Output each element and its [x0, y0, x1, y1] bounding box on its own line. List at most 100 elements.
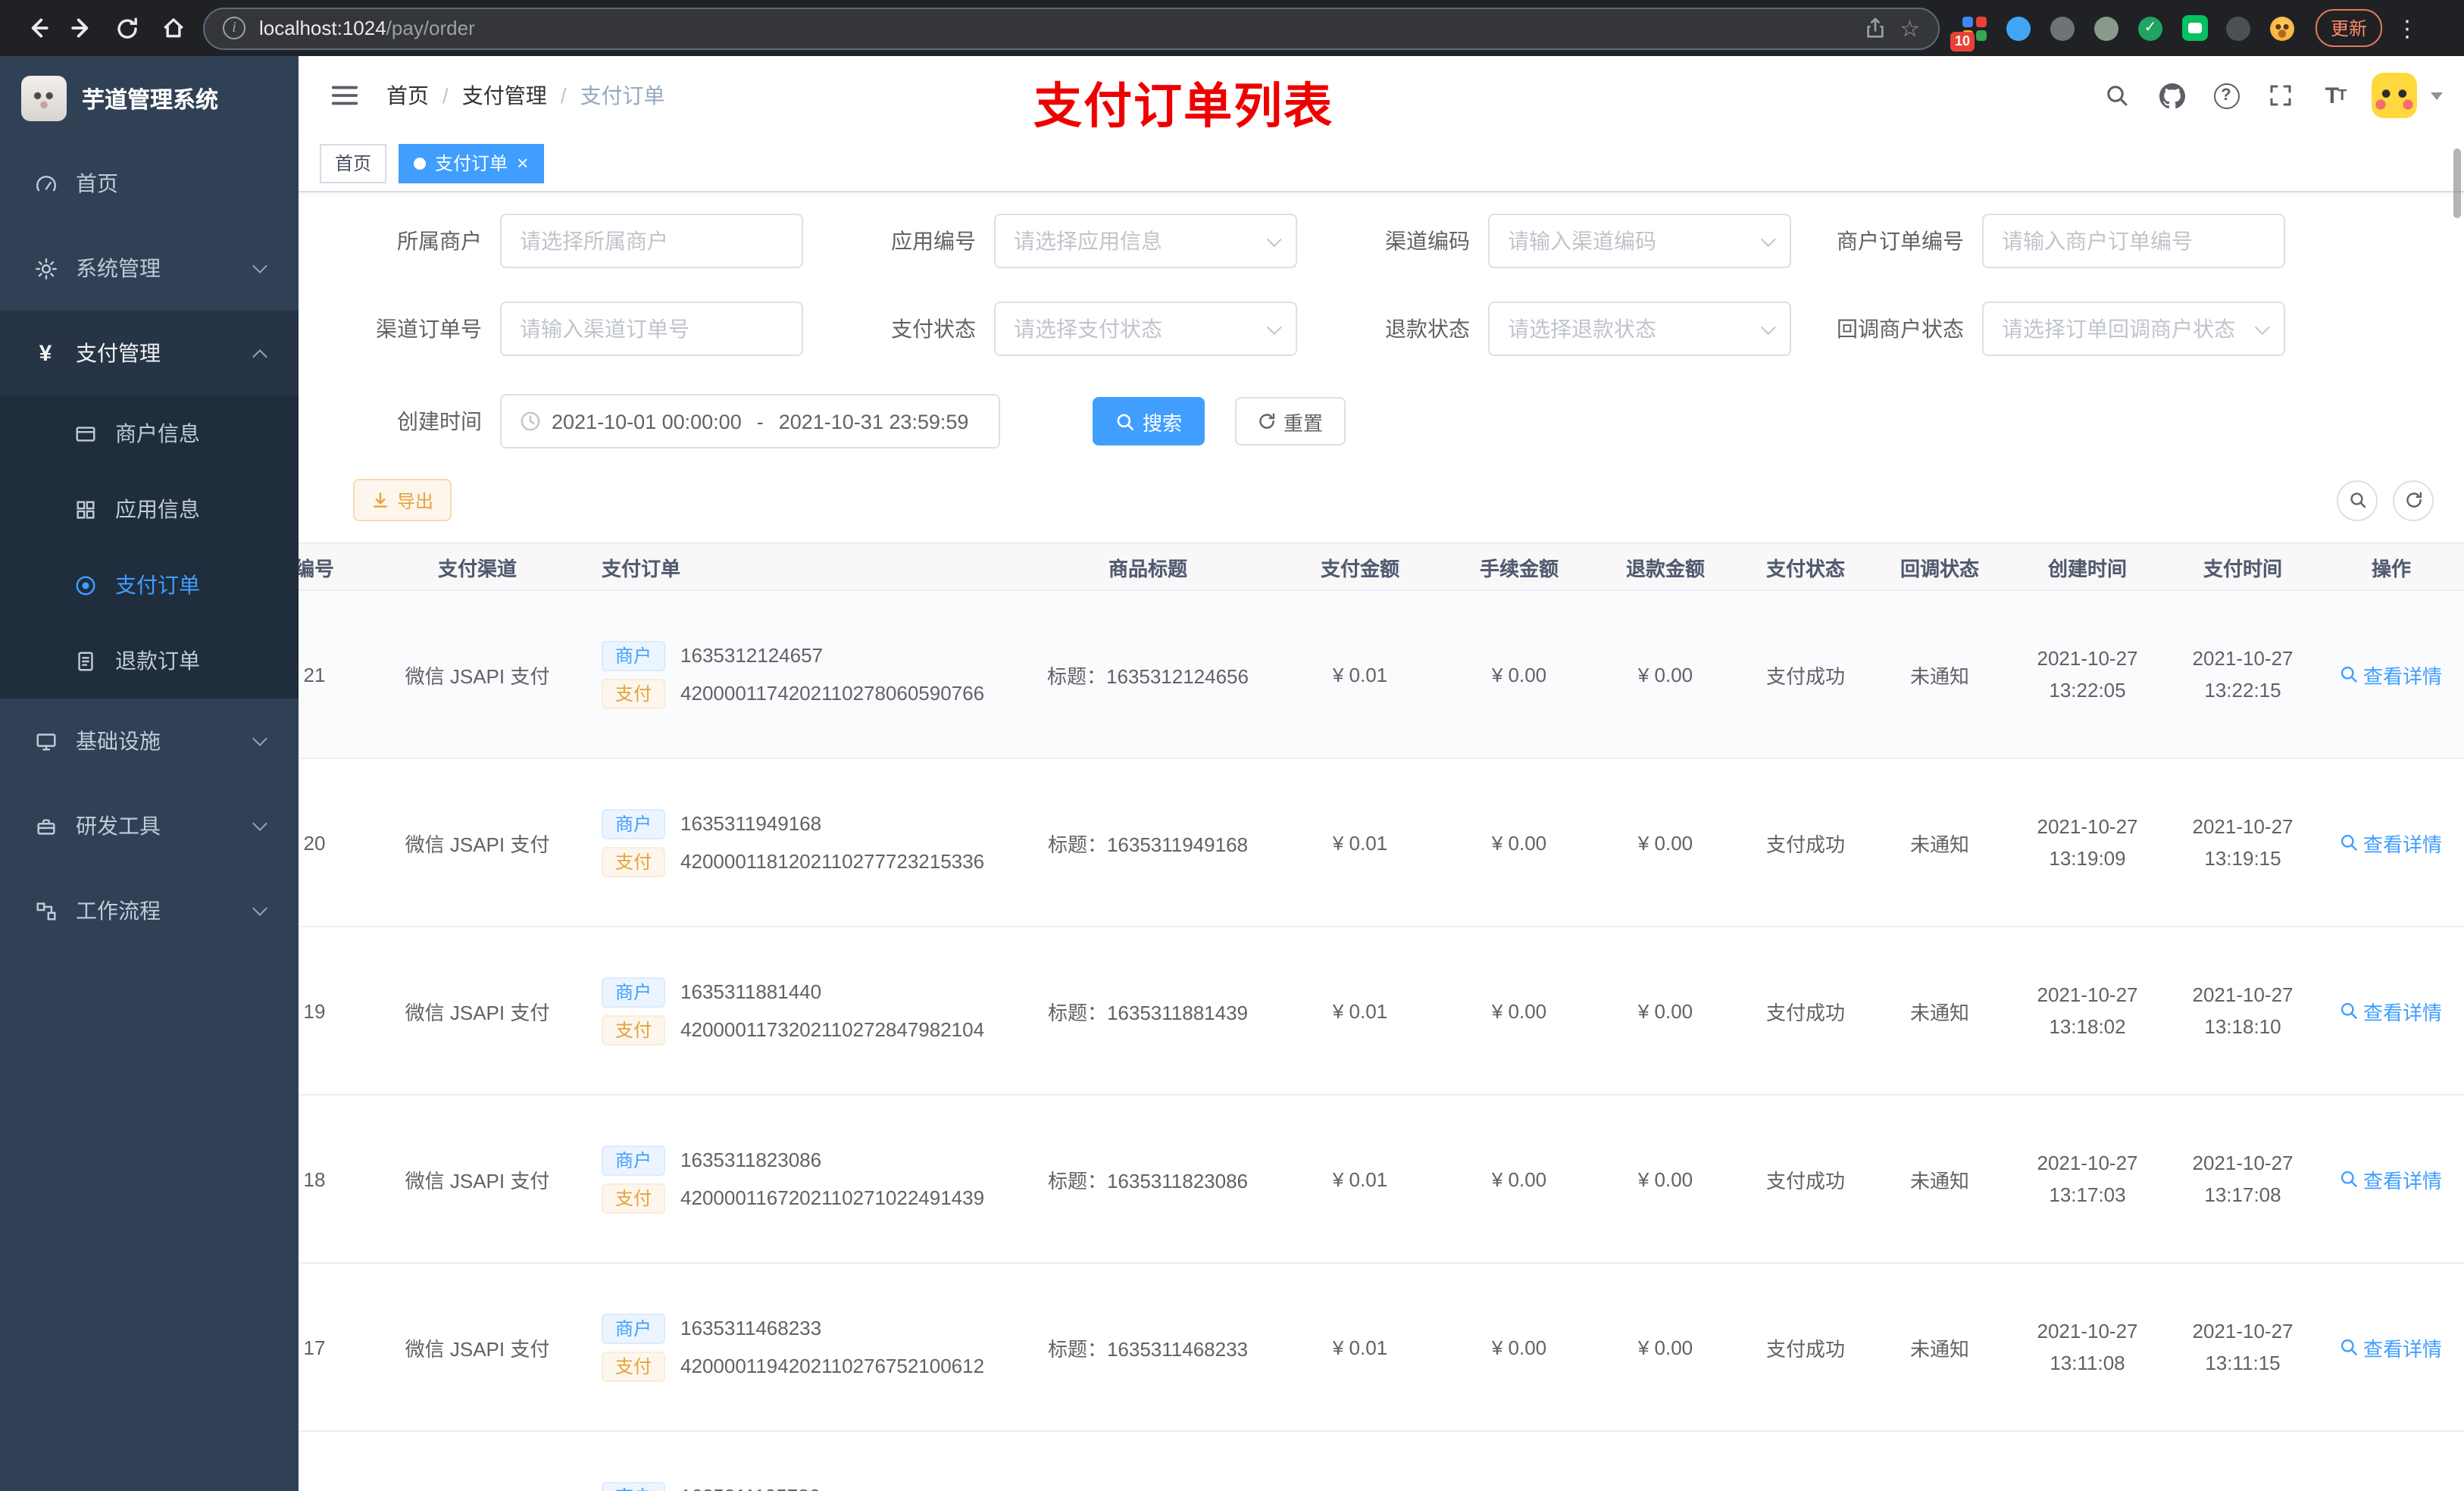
collapse-sidebar-icon[interactable]	[320, 71, 368, 120]
sidebar-item-payment[interactable]: ¥ 支付管理	[0, 311, 299, 395]
merchant-order-no-input[interactable]	[1982, 214, 2285, 268]
font-size-icon[interactable]: TT	[2311, 71, 2359, 120]
view-detail-link[interactable]: 查看详情	[2340, 1164, 2442, 1193]
app-logo[interactable]: 芋道管理系统	[0, 56, 299, 141]
help-icon[interactable]: ?	[2202, 71, 2250, 120]
reset-button[interactable]: 重置	[1235, 397, 1346, 445]
browser-toolbar: i localhost:1024/pay/order ☆ 10 ✓ 更新 ⋮	[0, 0, 2464, 56]
sidebar-item-workflow[interactable]: 工作流程	[0, 868, 299, 953]
chevron-down-icon	[1266, 319, 1282, 335]
cell-action: 查看详情	[2319, 927, 2464, 1096]
extension-emoji-icon[interactable]	[2265, 10, 2299, 46]
pay-tag: 支付	[602, 1014, 666, 1045]
dashboard-icon	[30, 172, 61, 195]
table-row[interactable]: 19 微信 JSAPI 支付 商户 1635311881440 支付 4200001…	[299, 927, 2464, 1096]
breadcrumb-section[interactable]: 支付管理	[462, 80, 547, 111]
browser-update-button[interactable]: 更新	[2315, 9, 2383, 47]
bookmark-star-icon[interactable]: ☆	[1900, 14, 1920, 42]
search-icon	[1117, 413, 1134, 430]
fullscreen-icon[interactable]	[2256, 71, 2305, 120]
sidebar-item-infrastructure[interactable]: 基础设施	[0, 699, 299, 783]
extension-pin-icon[interactable]	[2222, 10, 2255, 46]
cell-order: 商户 1635312124657 支付 4200001174202110278060…	[583, 590, 1023, 759]
filter-channel-code-label: 渠道编码	[1385, 229, 1470, 253]
scrollbar[interactable]	[2453, 148, 2461, 218]
share-icon[interactable]	[1863, 17, 1886, 39]
cell-id: 20	[299, 758, 371, 927]
table-row[interactable]: 18 微信 JSAPI 支付 商户 1635311823086 支付 4200001…	[299, 1095, 2464, 1264]
app-select[interactable]: 请选择应用信息	[994, 214, 1297, 268]
cell-action	[2319, 1431, 2464, 1491]
view-detail-link[interactable]: 查看详情	[2340, 660, 2442, 689]
cell-action: 查看详情	[2319, 1263, 2464, 1432]
table-row[interactable]: 20 微信 JSAPI 支付 商户 1635311949168 支付 4200001…	[299, 758, 2464, 927]
extensions-grid-icon[interactable]: 10	[1950, 10, 1991, 51]
cell-status: 支付成功	[1740, 1263, 1871, 1432]
search-icon	[2350, 492, 2366, 508]
search-icon[interactable]	[2093, 71, 2141, 120]
view-detail-link[interactable]: 查看详情	[2340, 828, 2442, 857]
export-button[interactable]: 导出	[353, 479, 452, 521]
clock-icon	[521, 411, 540, 431]
browser-refresh-icon[interactable]	[106, 7, 149, 49]
site-info-icon[interactable]: i	[223, 17, 245, 39]
cell-notify: 未通知	[1871, 590, 2008, 759]
filter-row-3: 创建时间 2021-10-01 00:00:00 - 2021-10-31 23…	[329, 394, 2434, 449]
view-detail-link[interactable]: 查看详情	[2340, 1333, 2442, 1361]
github-icon[interactable]	[2147, 71, 2196, 120]
merchant-tag: 商户	[602, 808, 666, 839]
search-button[interactable]: 搜索	[1093, 397, 1205, 445]
merchant-tag: 商户	[602, 1481, 666, 1491]
sidebar-item-pay-order[interactable]: 支付订单	[0, 547, 299, 623]
browser-menu-icon[interactable]: ⋮	[2396, 14, 2419, 42]
cell-order: 商户 1635311881440 支付 4200001173202110272847…	[583, 927, 1023, 1096]
sidebar-item-merchant-info[interactable]: 商户信息	[0, 395, 299, 471]
address-bar[interactable]: i localhost:1024/pay/order ☆	[203, 7, 1940, 49]
filter-refund-status-label: 退款状态	[1385, 317, 1470, 341]
refresh-table-button[interactable]	[2393, 480, 2434, 520]
cell-amount: ¥ 0.01	[1273, 1095, 1447, 1264]
cell-channel: 微信 JSAPI 支付	[371, 758, 583, 927]
extension-chat-icon[interactable]	[2178, 10, 2211, 46]
cell-notify: 未通知	[1871, 758, 2008, 927]
browser-home-icon[interactable]	[152, 7, 194, 49]
extension-olive-icon[interactable]	[2090, 10, 2123, 46]
filter-callback-status-label: 回调商户状态	[1837, 317, 1964, 341]
pay-tag: 支付	[602, 1183, 666, 1213]
chevron-down-icon	[1266, 231, 1282, 247]
table-row[interactable]: 17 微信 JSAPI 支付 商户 1635311468233 支付 4200001…	[299, 1263, 2464, 1432]
cell-refund: ¥ 0.00	[1591, 927, 1740, 1096]
logo-avatar	[21, 76, 67, 121]
tab-pay-order[interactable]: 支付订单 ×	[399, 143, 544, 183]
sidebar-item-refund-order[interactable]: 退款订单	[0, 623, 299, 699]
cell-order: 商户 1635311949168 支付 4200001181202110277723…	[583, 758, 1023, 927]
refund-status-select[interactable]: 请选择退款状态	[1488, 302, 1791, 356]
toggle-search-button[interactable]	[2337, 480, 2378, 520]
sidebar-item-system[interactable]: 系统管理	[0, 226, 299, 311]
avatar[interactable]	[2372, 73, 2417, 118]
pay-status-select[interactable]: 请选择支付状态	[994, 302, 1297, 356]
extension-check-icon[interactable]: ✓	[2134, 10, 2167, 46]
tab-home[interactable]: 首页	[320, 143, 387, 183]
channel-order-no-input[interactable]	[500, 302, 803, 356]
extension-gray-icon[interactable]	[2046, 10, 2079, 46]
create-time-range-picker[interactable]: 2021-10-01 00:00:00 - 2021-10-31 23:59:5…	[500, 394, 1000, 449]
channel-code-select[interactable]: 请输入渠道编码	[1488, 214, 1791, 268]
cell-status	[1740, 1431, 1871, 1491]
merchant-input[interactable]	[500, 214, 803, 268]
extension-drop-icon[interactable]	[2002, 10, 2035, 46]
cell-status: 支付成功	[1740, 590, 1871, 759]
sidebar-item-dev-tools[interactable]: 研发工具	[0, 783, 299, 868]
close-icon[interactable]: ×	[517, 153, 528, 173]
sidebar-item-home[interactable]: 首页	[0, 141, 299, 226]
browser-forward-icon[interactable]	[61, 7, 103, 49]
browser-back-icon[interactable]	[15, 7, 58, 49]
table-row[interactable]: 商户1635311195786 支付	[299, 1431, 2464, 1491]
table-row[interactable]: 21 微信 JSAPI 支付 商户 1635312124657 支付 4200001…	[299, 590, 2464, 759]
callback-status-select[interactable]: 请选择订单回调商户状态	[1982, 302, 2285, 356]
view-detail-link[interactable]: 查看详情	[2340, 996, 2442, 1025]
filter-row-2: 渠道订单号 支付状态 请选择支付状态 退款状态 请选择退款状态 回调商户状态 请…	[329, 302, 2434, 356]
sidebar-item-app-info[interactable]: 应用信息	[0, 471, 299, 547]
breadcrumb-home[interactable]: 首页	[386, 80, 429, 111]
avatar-caret-icon[interactable]	[2431, 92, 2443, 99]
